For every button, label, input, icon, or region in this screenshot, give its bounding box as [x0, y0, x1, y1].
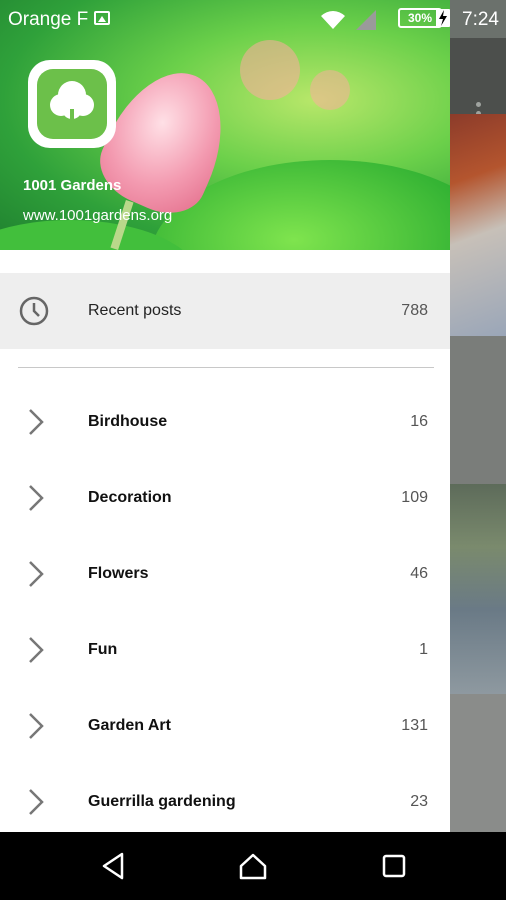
home-icon[interactable]: [237, 850, 269, 882]
category-count: 1: [419, 641, 428, 658]
category-item-flowers[interactable]: Flowers 46: [0, 536, 450, 612]
site-name: 1001 Gardens: [23, 177, 122, 194]
charging-icon: [436, 9, 450, 27]
category-count: 131: [401, 717, 428, 734]
divider: [18, 367, 434, 368]
header-bokeh: [310, 70, 350, 110]
header-bokeh: [240, 40, 300, 100]
back-icon[interactable]: [98, 850, 130, 882]
carrier-name: Orange F: [8, 9, 89, 30]
signal-icon: [356, 10, 376, 30]
clock: 7:24: [462, 9, 499, 30]
clock-icon: [19, 296, 49, 326]
category-count: 109: [401, 489, 428, 506]
category-item-birdhouse[interactable]: Birdhouse 16: [0, 384, 450, 460]
category-label: Garden Art: [88, 717, 171, 734]
recent-posts-label: Recent posts: [88, 302, 182, 319]
chevron-right-icon: [29, 637, 44, 663]
system-nav-bar: [0, 832, 506, 900]
chevron-right-icon: [29, 789, 44, 815]
category-item-garden-art[interactable]: Garden Art 131: [0, 688, 450, 764]
app-logo: [28, 60, 116, 148]
chevron-right-icon: [29, 409, 44, 435]
category-count: 46: [410, 565, 428, 582]
category-label: Guerrilla gardening: [88, 793, 236, 810]
category-label: Fun: [88, 641, 118, 658]
status-bar: Orange F 30% 7:24: [0, 0, 506, 38]
category-count: 16: [410, 413, 428, 430]
recent-posts-count: 788: [401, 302, 428, 319]
chevron-right-icon: [29, 561, 44, 587]
recent-posts-item[interactable]: Recent posts 788: [0, 273, 450, 349]
image-notification-icon: [94, 11, 110, 25]
tree-icon: [50, 81, 94, 127]
category-label: Decoration: [88, 489, 172, 506]
wifi-icon: [321, 11, 345, 29]
category-count: 23: [410, 793, 428, 810]
category-label: Birdhouse: [88, 413, 168, 430]
recent-apps-icon[interactable]: [378, 850, 410, 882]
category-item-guerrilla-gardening[interactable]: Guerrilla gardening 23: [0, 764, 450, 832]
navigation-drawer: 1001 Gardens www.1001gardens.org Recent …: [0, 0, 450, 832]
category-item-decoration[interactable]: Decoration 109: [0, 460, 450, 536]
category-item-fun[interactable]: Fun 1: [0, 612, 450, 688]
chevron-right-icon: [29, 713, 44, 739]
chevron-right-icon: [29, 485, 44, 511]
site-url[interactable]: www.1001gardens.org: [23, 207, 172, 224]
category-label: Flowers: [88, 565, 149, 582]
